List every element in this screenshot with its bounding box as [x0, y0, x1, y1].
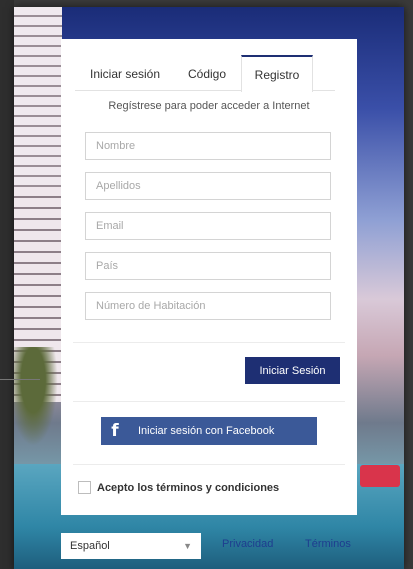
habitacion-input[interactable] — [85, 292, 331, 320]
tab-codigo[interactable]: Código — [176, 55, 238, 91]
facebook-login-button[interactable]: f Iniciar sesión con Facebook — [101, 417, 317, 445]
pais-input[interactable] — [85, 252, 331, 280]
privacy-link[interactable]: Privacidad — [222, 538, 273, 550]
terms-row[interactable]: Acepto los términos y condiciones — [78, 481, 279, 494]
nombre-input[interactable] — [85, 132, 331, 160]
form-subtitle: Regístrese para poder acceder a Internet — [108, 100, 310, 112]
language-value: Español — [70, 540, 110, 552]
facebook-icon: f — [111, 421, 119, 441]
divider — [73, 342, 345, 343]
palm-tree — [14, 347, 62, 457]
divider — [73, 464, 345, 465]
side-line — [0, 379, 40, 380]
terms-link[interactable]: Términos — [305, 538, 351, 550]
tab-bar: Iniciar sesión Código Registro — [75, 55, 335, 92]
email-input[interactable] — [85, 212, 331, 240]
tab-iniciar-sesion[interactable]: Iniciar sesión — [83, 55, 167, 91]
divider — [73, 401, 345, 402]
terms-checkbox[interactable] — [78, 481, 91, 494]
apellidos-input[interactable] — [85, 172, 331, 200]
hotel-building-left — [14, 7, 62, 187]
tab-registro[interactable]: Registro — [241, 55, 313, 92]
facebook-login-label: Iniciar sesión con Facebook — [138, 425, 275, 437]
login-card: Iniciar sesión Código Registro Regístres… — [61, 39, 357, 515]
chevron-down-icon: ▼ — [183, 541, 192, 551]
language-select[interactable]: Español ▼ — [61, 533, 201, 559]
terms-label: Acepto los términos y condiciones — [97, 481, 280, 494]
pool-lounger — [360, 465, 400, 487]
iniciar-sesion-button[interactable]: Iniciar Sesión — [245, 357, 340, 384]
page-margin — [0, 0, 14, 569]
